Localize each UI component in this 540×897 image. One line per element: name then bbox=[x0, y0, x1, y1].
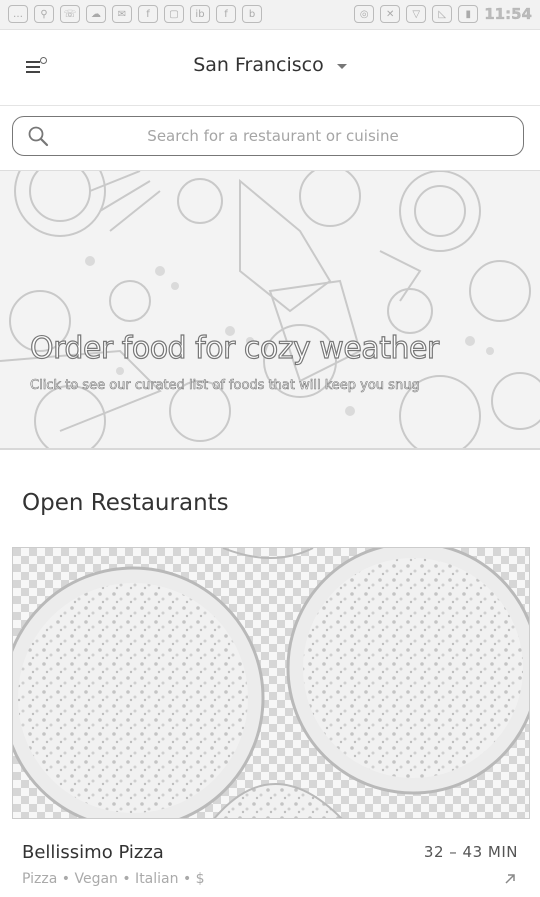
restaurant-image bbox=[12, 547, 530, 819]
restaurant-name: Bellissimo Pizza bbox=[22, 842, 164, 863]
phone-icon: ☏ bbox=[60, 5, 80, 23]
banner-title: Order food for cozy weather bbox=[29, 330, 439, 366]
arrow-up-right-icon bbox=[505, 874, 515, 884]
no-sim-icon: ✕ bbox=[380, 5, 401, 23]
signal-icon: ◺ bbox=[432, 5, 453, 23]
cloud-icon: ☁ bbox=[86, 5, 106, 23]
status-time: 11:54 bbox=[484, 5, 532, 23]
system-icons: ◎ ✕ ▽ ◺ ▮ 11:54 bbox=[354, 5, 532, 23]
battery-icon: ▮ bbox=[458, 5, 479, 23]
city-selector[interactable]: San Francisco bbox=[0, 54, 540, 76]
chat-icon: … bbox=[8, 5, 28, 23]
caret-down-icon bbox=[336, 64, 347, 69]
restaurant-card[interactable]: Bellissimo Pizza 32 – 43 MIN Pizza • Veg… bbox=[12, 547, 530, 897]
facebook-icon: f bbox=[138, 5, 158, 23]
b-icon: b bbox=[242, 5, 262, 23]
food-spread-image bbox=[0, 171, 540, 448]
search-icon: ⚲ bbox=[34, 5, 54, 23]
delivery-time: 32 – 43 MIN bbox=[423, 843, 518, 861]
message-icon: ✉ bbox=[112, 5, 132, 23]
search-bar[interactable] bbox=[12, 116, 524, 156]
open-restaurants-heading: Open Restaurants bbox=[22, 490, 229, 516]
restaurant-tags: Pizza • Vegan • Italian • $ bbox=[22, 871, 205, 887]
search-icon bbox=[28, 126, 49, 147]
notification-icons: … ⚲ ☏ ☁ ✉ f ▢ ib f b bbox=[8, 5, 262, 23]
facebook-icon: f bbox=[216, 5, 236, 23]
city-label: San Francisco bbox=[193, 54, 324, 76]
pizza-image bbox=[13, 548, 529, 818]
app-bar: San Francisco bbox=[0, 30, 540, 106]
wifi-icon: ▽ bbox=[406, 5, 427, 23]
clipboard-icon: ▢ bbox=[164, 5, 184, 23]
vibrate-icon: ◎ bbox=[354, 5, 375, 23]
promo-banner[interactable]: Order food for cozy weather Click to see… bbox=[0, 170, 540, 450]
status-bar: … ⚲ ☏ ☁ ✉ f ▢ ib f b ◎ ✕ ▽ ◺ ▮ 11:54 bbox=[0, 0, 540, 30]
banner-subtitle: Click to see our curated list of foods t… bbox=[30, 378, 420, 394]
ib-icon: ib bbox=[190, 5, 210, 23]
search-input[interactable] bbox=[63, 123, 483, 149]
